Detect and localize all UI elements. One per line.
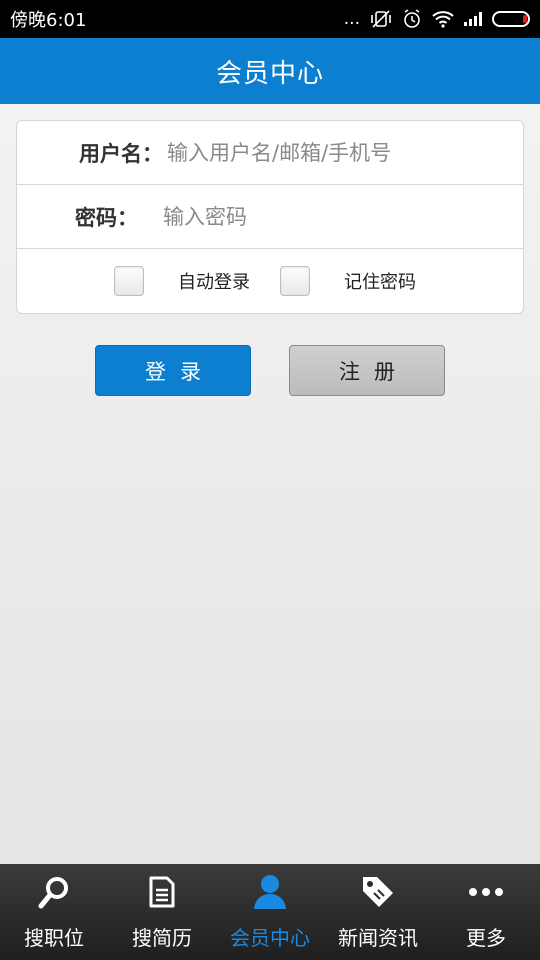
username-label: 用户名：: [79, 141, 163, 166]
login-options-row: 自动登录 记住密码: [17, 249, 523, 313]
nav-label: 搜职位: [24, 926, 84, 950]
tag-icon: [358, 872, 398, 912]
auto-login-label[interactable]: 自动登录: [178, 268, 250, 294]
document-icon: [142, 872, 182, 912]
username-input[interactable]: [163, 140, 523, 165]
page-title: 会员中心: [215, 58, 324, 89]
nav-label: 搜简历: [132, 926, 192, 950]
notification-dots: ...: [343, 9, 360, 29]
nav-item-news[interactable]: 新闻资讯: [324, 864, 432, 960]
user-icon: [250, 872, 290, 912]
nav-item-member-center[interactable]: 会员中心: [216, 864, 324, 960]
vibrate-off-icon: [370, 9, 392, 29]
nav-item-search-jobs[interactable]: 搜职位: [0, 864, 108, 960]
remember-password-label[interactable]: 记住密码: [344, 268, 416, 294]
search-icon: [34, 872, 74, 912]
nav-item-search-resumes[interactable]: 搜简历: [108, 864, 216, 960]
nav-label: 会员中心: [230, 926, 310, 950]
bottom-nav: 搜职位 搜简历 会员中心 新闻资讯 更多: [0, 864, 540, 960]
login-form: 用户名： 密码： 自动登录 记住密码: [16, 120, 524, 314]
username-row: 用户名：: [17, 121, 523, 185]
wifi-icon: [432, 10, 454, 28]
status-icons: ...: [344, 9, 530, 29]
more-icon: [466, 872, 506, 912]
nav-item-more[interactable]: 更多: [432, 864, 540, 960]
signal-icon: [464, 12, 482, 26]
nav-label: 更多: [466, 926, 506, 950]
battery-icon: [492, 11, 530, 27]
login-button[interactable]: 登录: [95, 345, 251, 396]
password-label: 密码：: [75, 205, 138, 230]
status-time: 傍晚6:01: [10, 10, 87, 31]
password-input[interactable]: [163, 204, 523, 229]
remember-password-checkbox[interactable]: [280, 266, 310, 296]
register-button[interactable]: 注册: [289, 345, 445, 396]
password-row: 密码：: [17, 185, 523, 249]
status-bar: 傍晚6:01 ...: [0, 0, 540, 38]
alarm-icon: [402, 9, 422, 29]
nav-label: 新闻资讯: [338, 926, 418, 950]
auto-login-checkbox[interactable]: [114, 266, 144, 296]
title-bar: 会员中心: [0, 38, 540, 104]
